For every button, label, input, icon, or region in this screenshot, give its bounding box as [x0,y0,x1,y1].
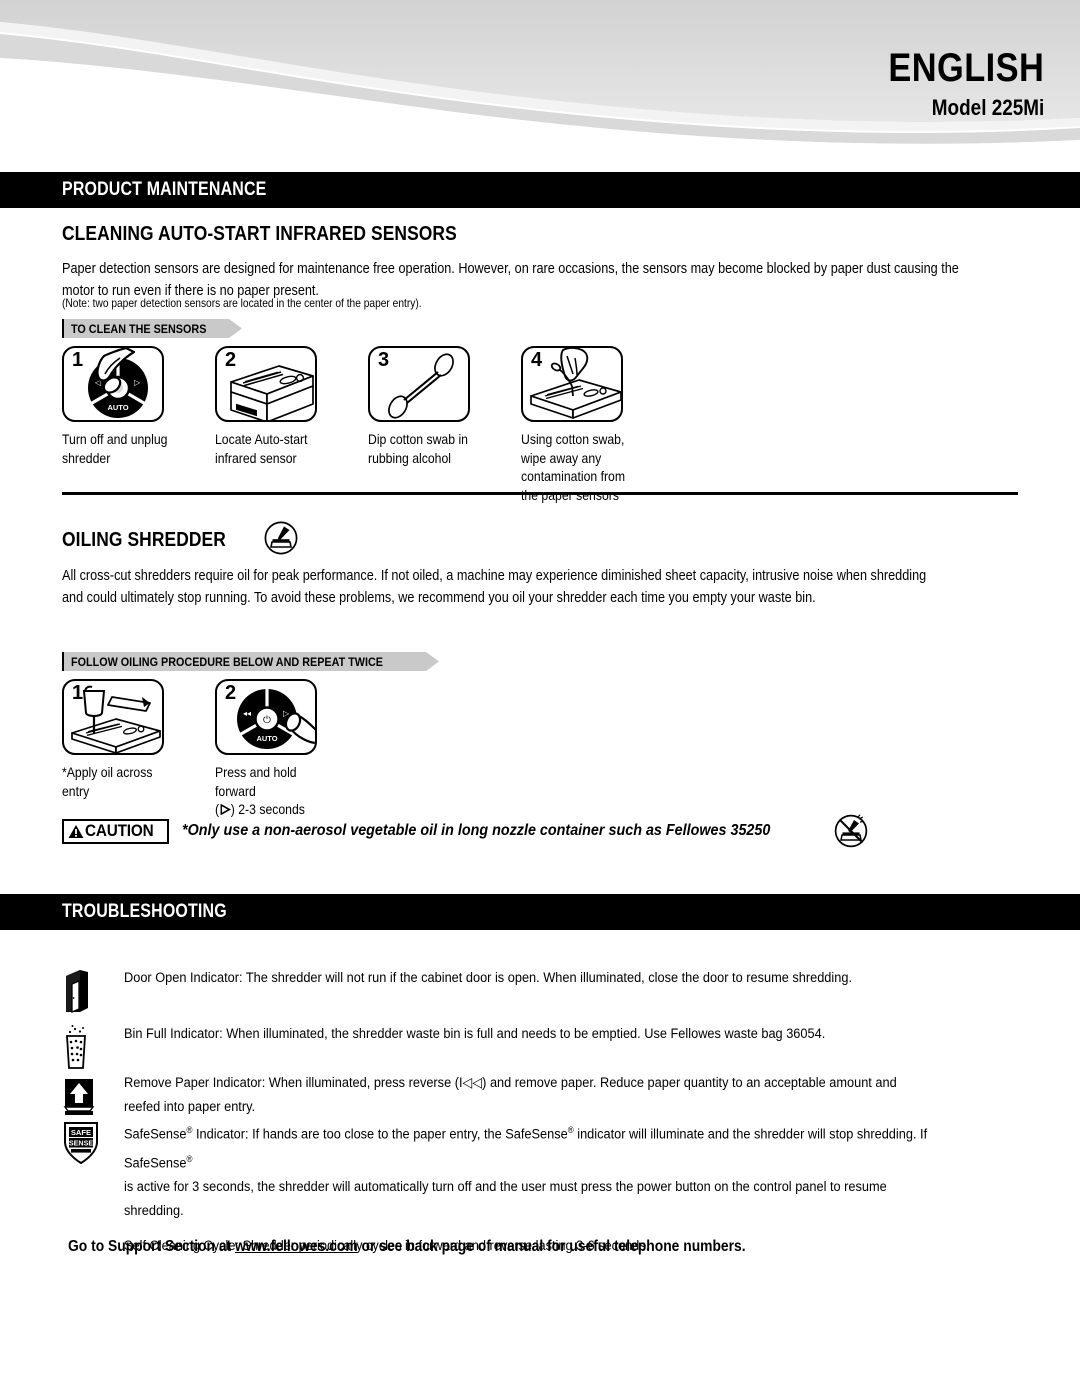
section-bar-label: PRODUCT MAINTENANCE [62,179,267,200]
troubleshooting-item-remove-paper: Remove Paper Indicator: When illuminated… [62,1071,1022,1119]
cleaning-step-3-figure: 3 [368,346,470,422]
caution-label: CAUTION [85,821,154,840]
caution-message: *Only use a non-aerosol vegetable oil in… [182,822,771,839]
support-footer-note: Go to Support Section at www.fellowes.co… [68,1238,932,1256]
cleaning-sensors-heading: CLEANING AUTO-START INFRARED SENSORS [62,222,457,245]
caution-badge: CAUTION [62,818,170,844]
tag-arrow-icon [229,319,243,338]
troubleshooting-item-bin-full-text: Bin Full Indicator: When illuminated, th… [124,1026,826,1042]
oiling-steps-list: 1 *Apply oil across entry 2 ◂◂ ▷ AUTO ⏻ … [62,679,1018,820]
cleaning-sensors-heading-wrap: CLEANING AUTO-START INFRARED SENSORS [62,222,1018,246]
cleaning-step-2: 2 Locate Auto-start infrared sensor [215,346,335,505]
safesense-indicator-icon: SAFE SENSE [64,1122,98,1165]
header-title-group: ENGLISH Model 225Mi [863,48,1044,119]
tag-arrow-icon-2 [425,652,439,671]
svg-text:◂◂: ◂◂ [243,709,251,718]
oiling-procedure-tag-wrap: FOLLOW OILING PROCEDURE BELOW AND REPEAT… [62,652,1018,671]
door-open-indicator-icon [66,970,88,1013]
cleaning-step-1-figure: 1 ◁ ▷ AUTO [62,346,164,422]
troubleshooting-item-door-open-text: Door Open Indicator: The shredder will n… [124,970,852,986]
oiling-step-1-number: 1 [72,682,84,704]
section-divider [62,492,1018,496]
troubleshooting-item-bin-full: Bin Full Indicator: When illuminated, th… [62,1022,1022,1072]
cleaning-step-2-caption: Locate Auto-start infrared sensor [215,432,308,466]
cleaning-step-1-number: 1 [72,349,84,371]
troubleshooting-item-door-open: Door Open Indicator: The shredder will n… [62,966,1022,1016]
fellowes-website-link[interactable]: www.fellowes.com [235,1238,358,1255]
cleaning-step-1: 1 ◁ ▷ AUTO Turn off and unplug shredder [62,346,182,505]
oiling-procedure-tag: FOLLOW OILING PROCEDURE BELOW AND REPEAT… [62,652,439,671]
remove-paper-indicator-icon-wrap [62,1071,124,1119]
cleaning-step-2-figure: 2 [215,346,317,422]
cleaning-step-4-number: 4 [531,349,543,371]
oiling-step-2-caption: Press and hold forward () 2-3 seconds [215,764,323,820]
cleaning-step-4-figure: 4 [521,346,623,422]
cleaning-step-3-number: 3 [378,349,390,371]
oiling-step-1-caption: *Apply oil across entry [62,765,153,799]
troubleshooting-bar-label: TROUBLESHOOTING [62,901,227,922]
page-header: ENGLISH Model 225Mi [0,0,1080,163]
section-bar-troubleshooting: TROUBLESHOOTING [0,894,1080,930]
bin-full-indicator-icon-wrap [62,1022,124,1072]
reverse-symbol: I◁◁ [458,1075,483,1091]
footer-text-pre: Go to Support Section at [68,1238,235,1255]
cleaning-step-3: 3 Dip cotton swab in rubbing alcohol [368,346,488,505]
oiling-procedure-tag-label: FOLLOW OILING PROCEDURE BELOW AND REPEAT… [71,654,383,669]
remove-paper-text-pre: Remove Paper Indicator: When illuminated… [124,1075,459,1091]
oiling-body: All cross-cut shredders require oil for … [62,568,927,606]
safesense-line-1: SafeSense ® Indicator: If hands are too c… [124,1118,932,1175]
svg-text:▷: ▷ [134,378,141,387]
svg-text:SAFE: SAFE [71,1128,91,1137]
registered-mark-3: ® [186,1153,193,1164]
warning-triangle-icon [68,824,84,838]
door-open-indicator-icon-wrap [62,966,124,1016]
safesense-text-b: Indicator: If hands are too close to the… [192,1126,568,1143]
oiling-step-1: 1 *Apply oil across entry [62,679,182,820]
oiling-step-2-caption-line1: Press and hold forward [215,765,297,799]
to-clean-sensors-tag-wrap: TO CLEAN THE SENSORS [62,319,1018,338]
manual-page: ENGLISH Model 225Mi PRODUCT MAINTENANCE … [0,0,1080,1397]
svg-text:AUTO: AUTO [256,734,277,743]
section-bar-product-maintenance: PRODUCT MAINTENANCE [0,172,1080,208]
caution-row: CAUTION *Only use a non-aerosol vegetabl… [62,814,1018,848]
oiling-step-1-figure: 1 [62,679,164,755]
safesense-word-1: SafeSense [124,1126,187,1143]
oil-bottle-icon [264,521,298,555]
svg-text:AUTO: AUTO [107,403,128,412]
to-clean-sensors-tag-label: TO CLEAN THE SENSORS [71,321,207,336]
oiling-body-wrap: All cross-cut shredders require oil for … [62,565,1018,609]
cleaning-sensors-note: (Note: two paper detection sensors are l… [62,297,422,310]
troubleshooting-item-remove-paper-text: Remove Paper Indicator: When illuminated… [124,1071,932,1119]
cleaning-sensors-note-wrap: (Note: two paper detection sensors are l… [62,296,1018,312]
to-clean-sensors-tag: TO CLEAN THE SENSORS [62,319,243,338]
safesense-line-2: is active for 3 seconds, the shredder wi… [124,1179,887,1220]
oiling-step-2-figure: 2 ◂◂ ▷ AUTO ⏻ [215,679,317,755]
no-aerosol-oil-icon [834,814,867,848]
bin-full-indicator-icon [66,1025,86,1069]
cleaning-step-1-caption: Turn off and unplug shredder [62,432,168,466]
cleaning-steps-list: 1 ◁ ▷ AUTO Turn off and unplug shredder … [62,346,1018,505]
oiling-shredder-heading: OILING SHREDDER [62,528,226,551]
remove-paper-indicator-icon [63,1079,95,1115]
model-title: Model 225Mi [931,95,1044,120]
oiling-step-2-number: 2 [225,682,237,704]
footer-text-post: or see back page of manual for useful te… [357,1238,746,1255]
cleaning-step-4: 4 Using cotton swab, wipe away any conta… [521,346,641,505]
oiling-heading-row: OILING SHREDDER [62,521,1018,555]
oiling-step-2: 2 ◂◂ ▷ AUTO ⏻ Press and hold forward ()… [215,679,335,820]
svg-text:⏻: ⏻ [263,715,271,726]
language-title: ENGLISH [888,46,1044,90]
svg-text:SENSE: SENSE [69,1139,94,1148]
cleaning-step-2-number: 2 [225,349,237,371]
cleaning-step-3-caption: Dip cotton swab in rubbing alcohol [368,432,468,466]
